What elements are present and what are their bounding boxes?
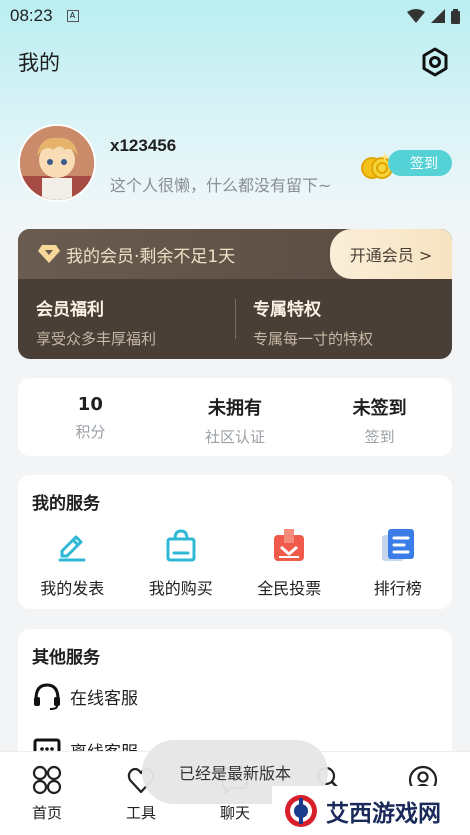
stat-value: 10 xyxy=(77,394,103,415)
my-services-title: 我的服务 xyxy=(32,494,100,514)
vip-privileges-title: 专属特权 xyxy=(253,300,321,320)
tab-label: 聊天 xyxy=(219,804,250,822)
service-label: 全民投票 xyxy=(257,579,322,598)
avatar-illustration xyxy=(20,126,94,200)
stat-label: 签到 xyxy=(364,428,395,446)
checkin-area[interactable]: 签到 xyxy=(360,146,452,180)
signal-icon xyxy=(431,9,445,23)
sim-icon: A xyxy=(66,10,79,22)
service-label: 我的发表 xyxy=(40,579,105,598)
ranking-document-icon xyxy=(381,529,414,561)
my-services-row: 我的发表 我的购买 全民投票 排行榜 xyxy=(18,527,452,599)
vip-benefits[interactable]: 会员福利 享受众多丰厚福利 xyxy=(36,295,156,349)
stat-value: 未拥有 xyxy=(208,398,262,419)
vote-box-icon xyxy=(274,529,305,561)
online-support-item[interactable]: 在线客服 xyxy=(32,681,138,711)
stat-community-verification[interactable]: 未拥有 社区认证 xyxy=(163,378,308,456)
vip-remaining-text: 我的会员·剩余不足1天 xyxy=(66,247,236,267)
vip-benefits-desc: 享受众多丰厚福利 xyxy=(36,330,157,348)
stat-points[interactable]: 10 积分 xyxy=(18,378,163,456)
service-voting[interactable]: 全民投票 xyxy=(235,527,344,599)
status-indicators xyxy=(407,8,460,24)
vip-divider xyxy=(235,299,236,339)
service-my-purchases[interactable]: 我的购买 xyxy=(127,527,236,599)
service-label: 排行榜 xyxy=(373,579,422,598)
headset-icon xyxy=(34,683,60,710)
tab-label: 工具 xyxy=(125,804,156,822)
stat-value: 未签到 xyxy=(352,398,407,419)
user-bio: 这个人很懒，什么都没有留下~ xyxy=(110,176,332,195)
page-title: 我的 xyxy=(18,51,60,75)
watermark: 艾西游戏网 xyxy=(272,786,470,835)
pencil-icon xyxy=(58,535,86,562)
settings-button[interactable] xyxy=(418,45,452,79)
home-grid-icon xyxy=(32,765,62,795)
tab-label: 首页 xyxy=(31,804,62,822)
status-bar: 08:23 A xyxy=(0,0,470,32)
profile-section: x123456 这个人很懒，什么都没有留下~ 签到 xyxy=(18,124,452,204)
online-support-label: 在线客服 xyxy=(70,688,138,709)
stats-card: 10 积分 未拥有 社区认证 未签到 签到 xyxy=(18,378,452,456)
stat-label: 社区认证 xyxy=(205,428,266,446)
other-services-title: 其他服务 xyxy=(32,648,100,668)
vip-status-bar: 我的会员·剩余不足1天 开通会员 > xyxy=(18,229,452,279)
vip-privileges[interactable]: 专属特权 专属每一寸的特权 xyxy=(253,295,373,349)
status-time: 08:23 xyxy=(10,6,53,25)
service-label: 我的购买 xyxy=(148,579,213,598)
stat-label: 积分 xyxy=(75,423,106,441)
service-my-posts[interactable]: 我的发表 xyxy=(18,527,127,599)
vip-card: 我的会员·剩余不足1天 开通会员 > 会员福利 享受众多丰厚福利 专属特权 专属… xyxy=(18,229,452,359)
my-services-card: 我的服务 我的发表 我的购买 全民投票 排行榜 xyxy=(18,475,452,609)
checkin-button[interactable]: 签到 xyxy=(388,150,452,176)
vip-benefits-title: 会员福利 xyxy=(36,300,104,320)
tab-home[interactable]: 首页 xyxy=(0,752,94,835)
stat-checkin[interactable]: 未签到 签到 xyxy=(307,378,452,456)
gear-icon xyxy=(422,47,448,77)
shopping-bag-icon xyxy=(166,529,196,562)
username: x123456 xyxy=(110,136,177,155)
diamond-icon xyxy=(38,245,60,263)
vip-privileges-desc: 专属每一寸的特权 xyxy=(253,330,374,348)
watermark-logo-icon xyxy=(285,794,317,827)
open-vip-button[interactable]: 开通会员 > xyxy=(330,229,452,279)
service-ranking[interactable]: 排行榜 xyxy=(344,527,453,599)
page-header: 我的 xyxy=(0,40,470,84)
avatar[interactable] xyxy=(18,124,96,202)
watermark-text: 艾西游戏网 xyxy=(326,799,441,827)
battery-icon xyxy=(451,8,460,24)
wifi-icon xyxy=(407,9,425,23)
